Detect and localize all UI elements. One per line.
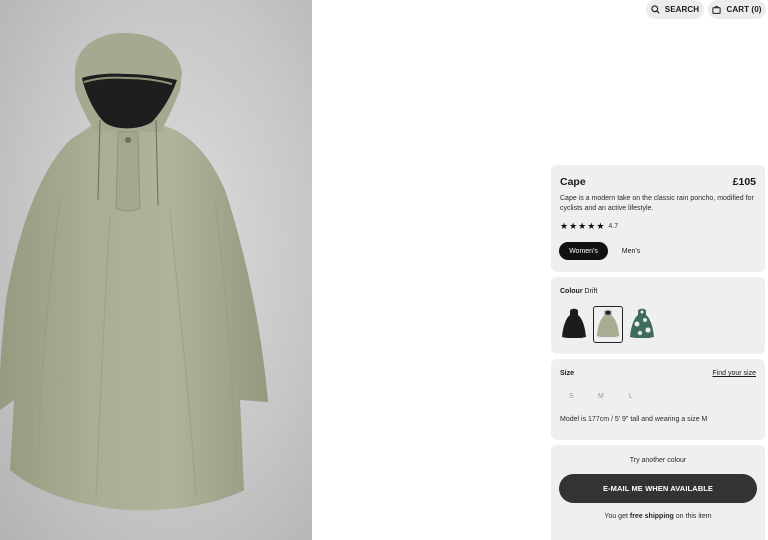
size-option-l[interactable]: L xyxy=(629,393,633,400)
availability-panel: Try another colour E-MAIL ME WHEN AVAILA… xyxy=(551,445,765,540)
size-option-s[interactable]: S xyxy=(569,393,574,400)
colour-swatch-black[interactable] xyxy=(559,306,589,343)
search-icon xyxy=(651,5,660,14)
shipping-suffix: on this item xyxy=(675,513,712,520)
colour-swatch-drift[interactable] xyxy=(593,306,623,343)
colour-label: Colour Drift xyxy=(560,288,597,295)
model-info: Model is 177cm / 5' 9" tall and wearing … xyxy=(560,416,708,423)
colour-panel: Colour Drift xyxy=(551,277,765,354)
cart-label: CART (0) xyxy=(726,5,762,14)
search-button[interactable]: SEARCH xyxy=(646,0,704,19)
product-price: £105 xyxy=(732,176,756,188)
shipping-prefix: You get xyxy=(604,513,628,520)
size-panel: Size Find your size S M L Model is 177cm… xyxy=(551,359,765,440)
black-cape-thumbnail xyxy=(562,308,586,338)
colour-selected-name: Drift xyxy=(584,288,598,295)
colour-heading: Colour xyxy=(560,288,583,295)
star-icon: ★ xyxy=(560,221,569,231)
find-your-size-link[interactable]: Find your size xyxy=(712,370,756,377)
cape-illustration xyxy=(0,32,268,511)
shipping-bold: free shipping xyxy=(629,513,674,520)
star-icon: ★ xyxy=(578,221,587,231)
star-icon: ★ xyxy=(569,221,578,231)
email-when-available-button[interactable]: E-MAIL ME WHEN AVAILABLE xyxy=(559,474,757,503)
product-title: Cape xyxy=(560,176,586,188)
bag-icon xyxy=(712,5,722,14)
star-icon: ★ xyxy=(587,221,596,231)
gender-men-button[interactable]: Men's xyxy=(613,242,649,260)
star-icon: ★ xyxy=(596,221,605,231)
colour-swatch-camo[interactable] xyxy=(627,306,657,343)
rating[interactable]: ★ ★ ★ ★ ★ 4.7 xyxy=(560,222,618,231)
search-label: SEARCH xyxy=(664,5,700,14)
product-page: SEARCH CART (0) Cape £105 Cape is a mode… xyxy=(0,0,768,540)
try-another-colour-link[interactable]: Try another colour xyxy=(551,457,765,464)
rating-value: 4.7 xyxy=(608,223,619,230)
product-info-panel: Cape £105 Cape is a modern take on the c… xyxy=(551,165,765,272)
shipping-info: You get free shipping on this item xyxy=(551,513,765,520)
product-image xyxy=(0,0,312,540)
cart-button[interactable]: CART (0) xyxy=(708,0,766,19)
drift-cape-thumbnail xyxy=(596,309,620,338)
size-option-m[interactable]: M xyxy=(598,393,604,400)
gender-women-button[interactable]: Women's xyxy=(559,242,608,260)
size-label: Size xyxy=(560,370,575,377)
product-description: Cape is a modern take on the classic rai… xyxy=(560,195,754,212)
camo-cape-thumbnail xyxy=(630,308,654,338)
